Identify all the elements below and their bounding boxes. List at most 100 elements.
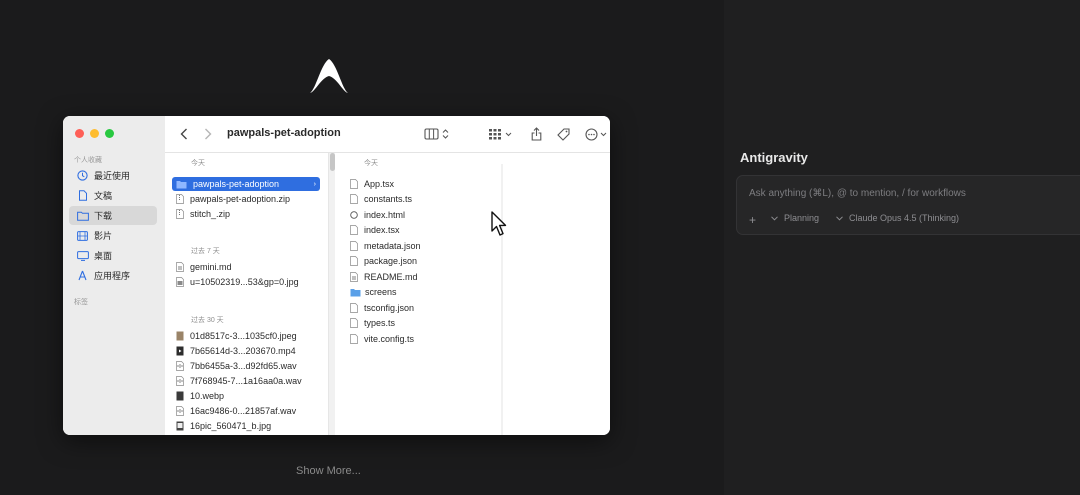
list-item[interactable]: tsconfig.json: [350, 301, 414, 315]
list-item[interactable]: 16ac9486-0...21857af.wav: [176, 404, 324, 418]
code-file-icon: [350, 194, 358, 204]
sidebar-item-label: 最近使用: [94, 171, 131, 181]
finder-column-project: 今天 App.tsx constants.ts index.html index…: [339, 153, 502, 435]
list-item[interactable]: 10.webp: [176, 389, 324, 403]
audio-file-icon: [176, 406, 184, 416]
sidebar-item-label: 下载: [94, 211, 113, 221]
list-item[interactable]: README.md: [350, 270, 418, 284]
list-item[interactable]: vite.config.ts: [350, 332, 414, 346]
sidebar-item-label: 影片: [94, 231, 113, 241]
list-item[interactable]: pawpals-pet-adoption.zip: [176, 192, 324, 206]
chevron-down-icon: [771, 215, 778, 221]
list-item[interactable]: constants.ts: [350, 192, 412, 206]
list-item[interactable]: metadata.json: [350, 239, 421, 253]
launcher-pane: 个人收藏 最近使用 文稿 下载 影片 桌面 应用程序 标签 pawpals-pe…: [0, 0, 724, 495]
list-item[interactable]: index.html: [350, 208, 405, 222]
film-icon: [76, 229, 89, 242]
file-name: index.tsx: [364, 225, 400, 235]
zip-file-icon: [176, 209, 184, 219]
image-file-icon: [176, 421, 184, 431]
finder-column-empty: [503, 153, 610, 435]
add-context-button[interactable]: +: [749, 213, 756, 227]
list-item[interactable]: 01d8517c-3...1035cf0.jpeg: [176, 329, 324, 343]
chevron-right-icon: [205, 128, 212, 140]
sidebar-item-desktop[interactable]: 桌面: [69, 246, 157, 265]
tag-button[interactable]: [556, 125, 570, 143]
column1-scrollbar[interactable]: [329, 153, 335, 435]
view-mode-button[interactable]: [423, 125, 453, 143]
document-icon: [76, 189, 89, 202]
sidebar-item-movies[interactable]: 影片: [69, 226, 157, 245]
finder-toolbar: pawpals-pet-adoption: [165, 116, 610, 153]
tag-icon: [556, 127, 570, 141]
file-name: u=10502319...53&gp=0.jpg: [190, 277, 299, 287]
file-name: screens: [365, 287, 397, 297]
list-item[interactable]: 7b65614d-3...203670.mp4: [176, 344, 324, 358]
group-header: 过去 30 天: [191, 317, 224, 324]
sidebar-item-downloads[interactable]: 下载: [69, 206, 157, 225]
agent-input-placeholder[interactable]: Ask anything (⌘L), @ to mention, / for w…: [749, 188, 966, 199]
list-item[interactable]: types.ts: [350, 316, 395, 330]
list-item[interactable]: 16pic_560471_b.jpg: [176, 419, 324, 433]
sidebar-item-applications[interactable]: 应用程序: [69, 266, 157, 285]
list-item[interactable]: gemini.md: [176, 260, 324, 274]
list-item[interactable]: pawpals-pet-adoption ›: [172, 177, 320, 191]
file-name: 7f768945-7...1a16aa0a.wav: [190, 376, 302, 386]
back-button[interactable]: [177, 125, 191, 143]
group-by-button[interactable]: [488, 125, 514, 143]
model-selector[interactable]: Claude Opus 4.5 (Thinking): [836, 213, 959, 223]
scroll-thumb[interactable]: [330, 153, 335, 171]
image-file-icon: [176, 331, 184, 341]
list-item[interactable]: stitch_.zip: [176, 207, 324, 221]
show-more-link[interactable]: Show More...: [296, 465, 361, 477]
file-name: 7bb6455a-3...d92fd65.wav: [190, 361, 297, 371]
close-window-button[interactable]: [75, 129, 84, 138]
mode-selector[interactable]: Planning: [771, 213, 819, 223]
group-header: 今天: [364, 160, 378, 167]
folder-icon: [176, 180, 187, 188]
list-item[interactable]: index.tsx: [350, 223, 400, 237]
share-button[interactable]: [529, 125, 543, 143]
mouse-cursor-icon: [491, 211, 507, 236]
finder-window: 个人收藏 最近使用 文稿 下载 影片 桌面 应用程序 标签 pawpals-pe…: [63, 116, 610, 435]
sidebar-item-recents[interactable]: 最近使用: [69, 166, 157, 185]
file-name: 16pic_560471_b.jpg: [190, 421, 272, 431]
minimize-window-button[interactable]: [90, 129, 99, 138]
forward-button[interactable]: [201, 125, 215, 143]
grid-icon: [489, 129, 512, 140]
agent-title: Antigravity: [740, 150, 808, 165]
list-item[interactable]: screens: [350, 285, 397, 299]
list-item[interactable]: 7f768945-7...1a16aa0a.wav: [176, 374, 324, 388]
antigravity-logo-icon: [310, 59, 348, 93]
code-file-icon: [350, 334, 358, 344]
agent-pane: Antigravity Ask anything (⌘L), @ to ment…: [724, 0, 1080, 495]
more-actions-button[interactable]: [585, 125, 610, 143]
file-name: README.md: [364, 272, 418, 282]
agent-input-box[interactable]: Ask anything (⌘L), @ to mention, / for w…: [736, 175, 1080, 235]
list-item[interactable]: package.json: [350, 254, 417, 268]
video-file-icon: [176, 346, 184, 356]
file-name: 01d8517c-3...1035cf0.jpeg: [190, 331, 297, 341]
finder-column-downloads: 今天 pawpals-pet-adoption › pawpals-pet-ad…: [165, 153, 329, 435]
group-header: 今天: [191, 160, 205, 167]
html-file-icon: [350, 211, 358, 219]
list-item[interactable]: App.tsx: [350, 177, 394, 191]
file-name: package.json: [364, 256, 418, 266]
chevron-right-icon: ›: [313, 180, 316, 188]
zoom-window-button[interactable]: [105, 129, 114, 138]
file-name: 10.webp: [190, 391, 225, 401]
image-file-icon: [176, 277, 184, 287]
applications-icon: [76, 269, 89, 282]
columns-view-icon: [424, 128, 449, 140]
file-name: tsconfig.json: [364, 303, 415, 313]
sidebar-item-label: 应用程序: [94, 271, 131, 281]
list-item[interactable]: u=10502319...53&gp=0.jpg: [176, 275, 324, 289]
file-name: 7b65614d-3...203670.mp4: [190, 346, 296, 356]
json-file-icon: [350, 241, 358, 251]
list-item[interactable]: 7bb6455a-3...d92fd65.wav: [176, 359, 324, 373]
finder-path-title: pawpals-pet-adoption: [227, 127, 341, 139]
sidebar-item-documents[interactable]: 文稿: [69, 186, 157, 205]
desktop-icon: [76, 249, 89, 262]
mode-label: Planning: [784, 213, 820, 223]
json-file-icon: [350, 256, 358, 266]
